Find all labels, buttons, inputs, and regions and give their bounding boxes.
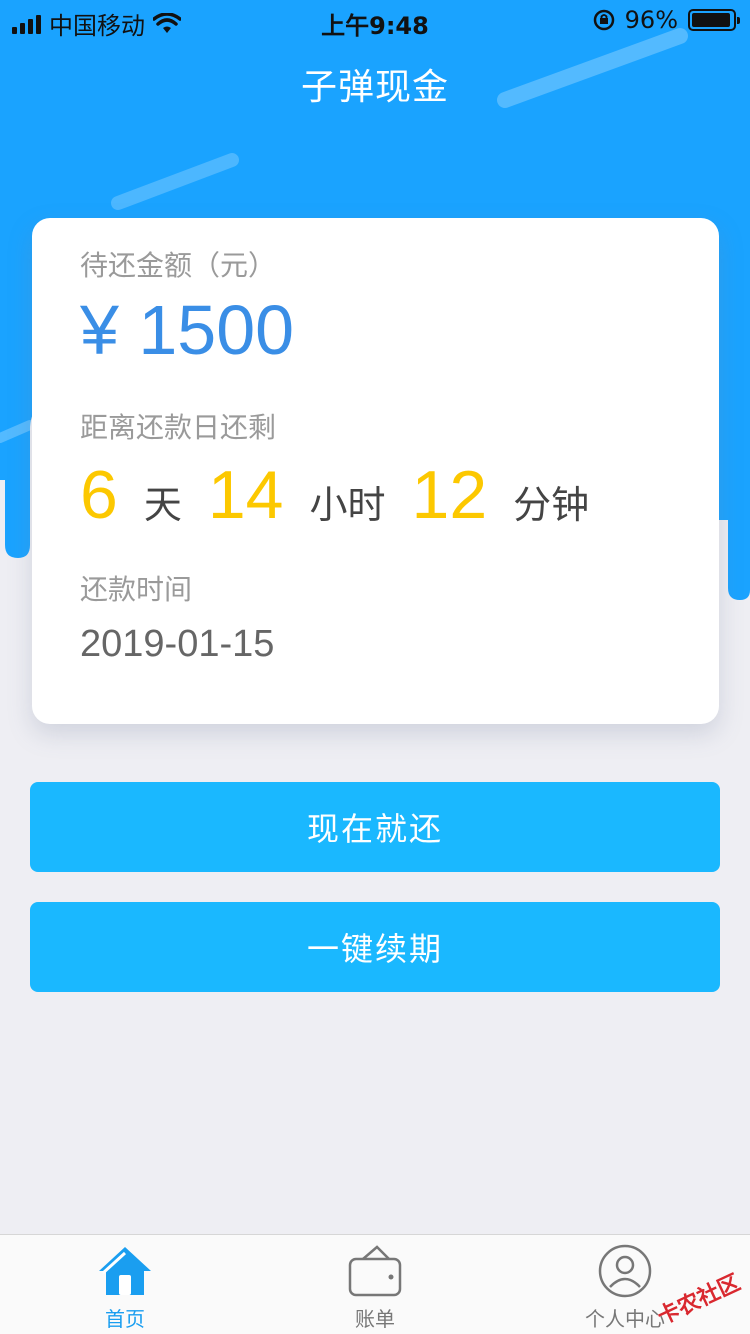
wallet-icon xyxy=(348,1245,402,1297)
date-label: 还款时间 xyxy=(80,573,193,606)
user-icon xyxy=(598,1244,652,1298)
amount-label: 待还金额（元） xyxy=(80,249,277,282)
tab-bar: 首页 账单 个人中心 xyxy=(0,1234,750,1334)
countdown-days-unit: 天 xyxy=(143,483,182,527)
countdown-hours-unit: 小时 xyxy=(309,483,386,527)
countdown-hours: 14 xyxy=(207,457,284,533)
tab-home-label: 首页 xyxy=(105,1307,145,1331)
tab-home[interactable]: 首页 xyxy=(0,1235,250,1334)
status-bar: 中国移动 上午9:48 96% xyxy=(0,0,750,40)
amount-value: ¥ 1500 xyxy=(80,291,295,369)
countdown: 6 天 14 小时 12 分钟 xyxy=(80,456,615,534)
status-right: 96% xyxy=(593,6,740,34)
home-icon xyxy=(99,1247,151,1295)
repayment-date: 2019-01-15 xyxy=(80,623,275,665)
countdown-days: 6 xyxy=(80,457,118,533)
repayment-card: 待还金额（元） ¥ 1500 距离还款日还剩 6 天 14 小时 12 分钟 还… xyxy=(32,218,719,724)
countdown-label: 距离还款日还剩 xyxy=(80,411,277,444)
battery-icon xyxy=(688,9,740,31)
countdown-minutes-unit: 分钟 xyxy=(513,483,590,527)
battery-fill xyxy=(692,13,731,27)
renew-button[interactable]: 一键续期 xyxy=(30,902,720,992)
page-title: 子弹现金 xyxy=(300,67,449,108)
tab-bill[interactable]: 账单 xyxy=(250,1235,500,1334)
rotation-lock-icon xyxy=(593,9,614,31)
repay-now-button[interactable]: 现在就还 xyxy=(30,782,720,872)
countdown-minutes: 12 xyxy=(411,457,488,533)
tab-bill-label: 账单 xyxy=(355,1307,395,1331)
battery-percent: 96% xyxy=(624,6,678,34)
screen: 中国移动 上午9:48 96% 子弹现金 待还金额（元） ¥ 1500 距离还款… xyxy=(0,0,750,1334)
